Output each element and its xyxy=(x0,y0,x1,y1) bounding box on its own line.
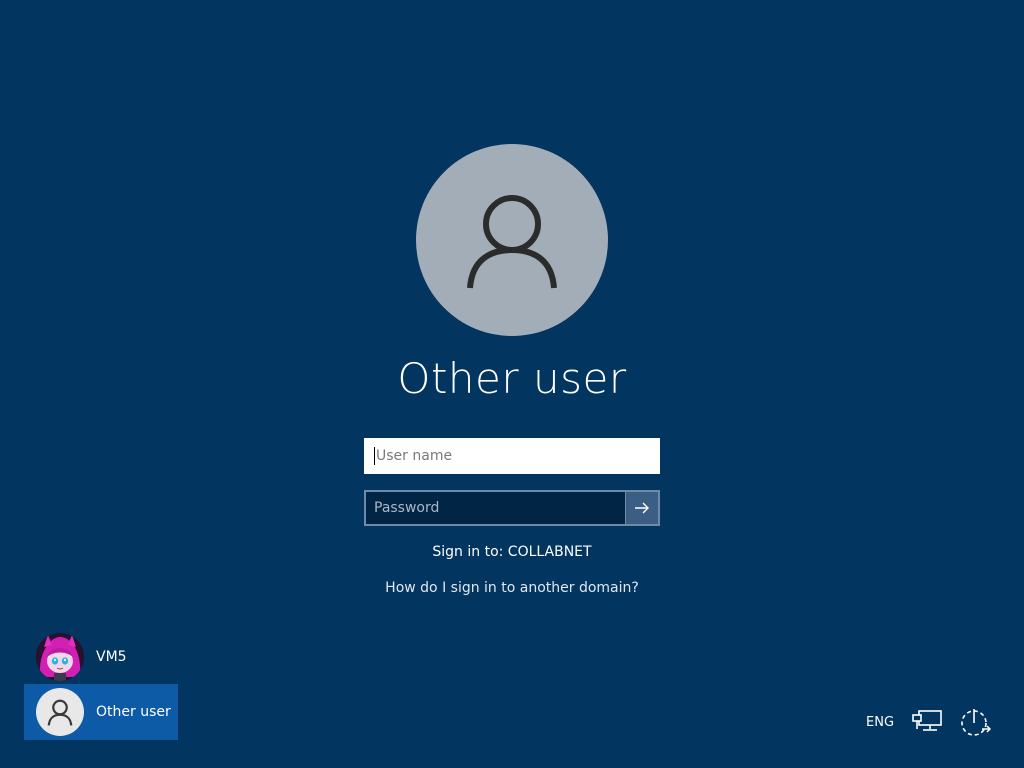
user-tile-other-user[interactable]: Other user xyxy=(24,684,178,740)
submit-arrow-button[interactable] xyxy=(625,492,658,524)
anime-avatar-icon xyxy=(36,633,84,681)
arrow-right-icon xyxy=(635,502,649,514)
network-button[interactable] xyxy=(911,706,943,738)
user-avatar-large xyxy=(416,144,608,336)
username-input[interactable] xyxy=(376,440,658,472)
language-indicator[interactable]: ENG xyxy=(866,706,894,738)
sign-in-domain-label: Sign in to: COLLABNET xyxy=(432,544,592,560)
user-tile-vm5[interactable]: VM5 xyxy=(24,630,178,684)
other-domain-link[interactable]: How do I sign in to another domain? xyxy=(312,580,712,596)
user-title: Other user xyxy=(397,354,627,403)
power-button[interactable] xyxy=(958,706,994,738)
user-tile-label: VM5 xyxy=(96,649,127,665)
network-icon xyxy=(912,710,942,731)
person-icon xyxy=(36,688,84,736)
password-field-container[interactable] xyxy=(364,490,660,526)
username-field-container[interactable] xyxy=(364,438,660,474)
text-caret xyxy=(374,447,375,465)
user-tile-label: Other user xyxy=(96,704,171,720)
password-input[interactable] xyxy=(366,492,625,524)
person-icon xyxy=(467,195,557,289)
lock-screen: Other user Sign in to: COLLABNET How do … xyxy=(0,0,1024,768)
power-icon xyxy=(961,709,992,736)
